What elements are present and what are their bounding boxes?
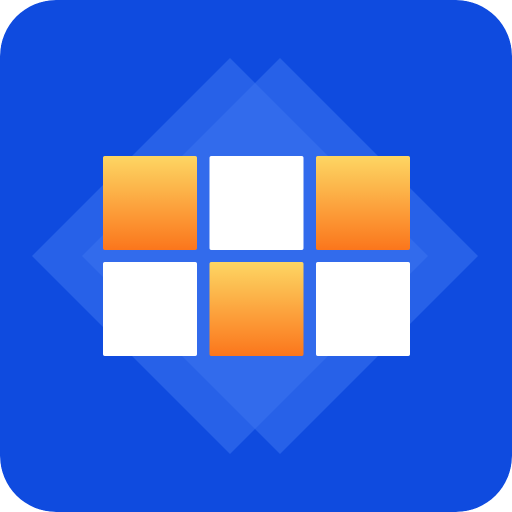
grid-tile-gradient [316, 156, 410, 250]
grid-tile-white [103, 262, 197, 356]
grid-tile-gradient [103, 156, 197, 250]
app-icon-graphic [0, 0, 512, 512]
grid-tile-white [209, 156, 304, 250]
app-icon [0, 0, 512, 512]
grid-tile-white [316, 262, 410, 356]
grid-tile-gradient [209, 262, 304, 356]
